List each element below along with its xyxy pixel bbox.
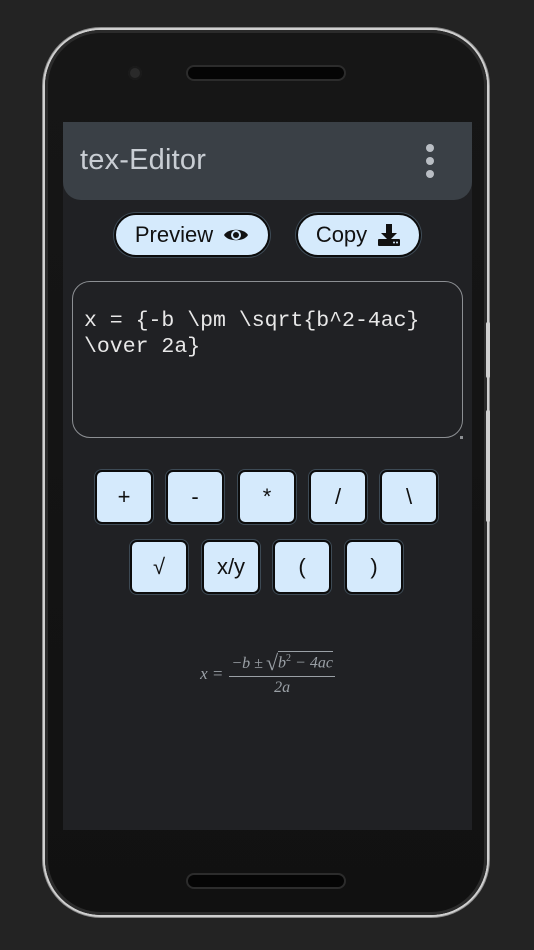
app-bar: tex-Editor: [63, 122, 472, 200]
key-sqrt[interactable]: √: [130, 540, 188, 594]
key-multiply[interactable]: *: [238, 470, 296, 524]
key-fraction[interactable]: x/y: [202, 540, 260, 594]
key-close-paren[interactable]: ): [345, 540, 403, 594]
rendered-formula: x = −b ± √ b2 − 4ac 2a: [63, 644, 472, 704]
formula-neg-b: −b ±: [231, 654, 263, 672]
app-screen: tex-Editor Preview Copy x = {-b \pm \sqr…: [63, 122, 472, 830]
formula-radicand: b2 − 4ac: [278, 651, 333, 672]
volume-button: [486, 410, 490, 522]
key-minus[interactable]: -: [166, 470, 224, 524]
copy-button[interactable]: Copy: [296, 213, 421, 257]
formula-lhs: x =: [200, 664, 224, 683]
formula-numerator: −b ± √ b2 − 4ac: [229, 651, 335, 675]
key-open-paren[interactable]: (: [273, 540, 331, 594]
sqrt-icon: √: [265, 649, 279, 675]
download-icon: [378, 224, 401, 246]
eye-icon: [224, 229, 249, 241]
key-plus[interactable]: +: [95, 470, 153, 524]
formula-denominator: 2a: [274, 678, 291, 696]
copy-button-label: Copy: [315, 222, 368, 247]
preview-button-label: Preview: [134, 222, 214, 247]
latex-input-text[interactable]: x = {-b \pm \sqrt{b^2-4ac} \over 2a}: [84, 308, 454, 360]
key-backslash[interactable]: \: [380, 470, 438, 524]
resize-handle[interactable]: [460, 436, 463, 439]
app-title: tex-Editor: [80, 144, 207, 176]
power-button: [486, 322, 490, 378]
top-speaker: [188, 67, 344, 79]
formula-rest: − 4ac: [291, 654, 333, 672]
formula-b: b: [278, 654, 287, 672]
formula-fraction: −b ± √ b2 − 4ac 2a: [229, 651, 335, 696]
latex-input[interactable]: x = {-b \pm \sqrt{b^2-4ac} \over 2a}: [72, 281, 463, 438]
preview-button[interactable]: Preview: [114, 213, 270, 257]
key-divide[interactable]: /: [309, 470, 367, 524]
front-camera: [128, 66, 142, 80]
more-vert-icon[interactable]: [423, 144, 437, 178]
bottom-speaker: [188, 875, 344, 887]
